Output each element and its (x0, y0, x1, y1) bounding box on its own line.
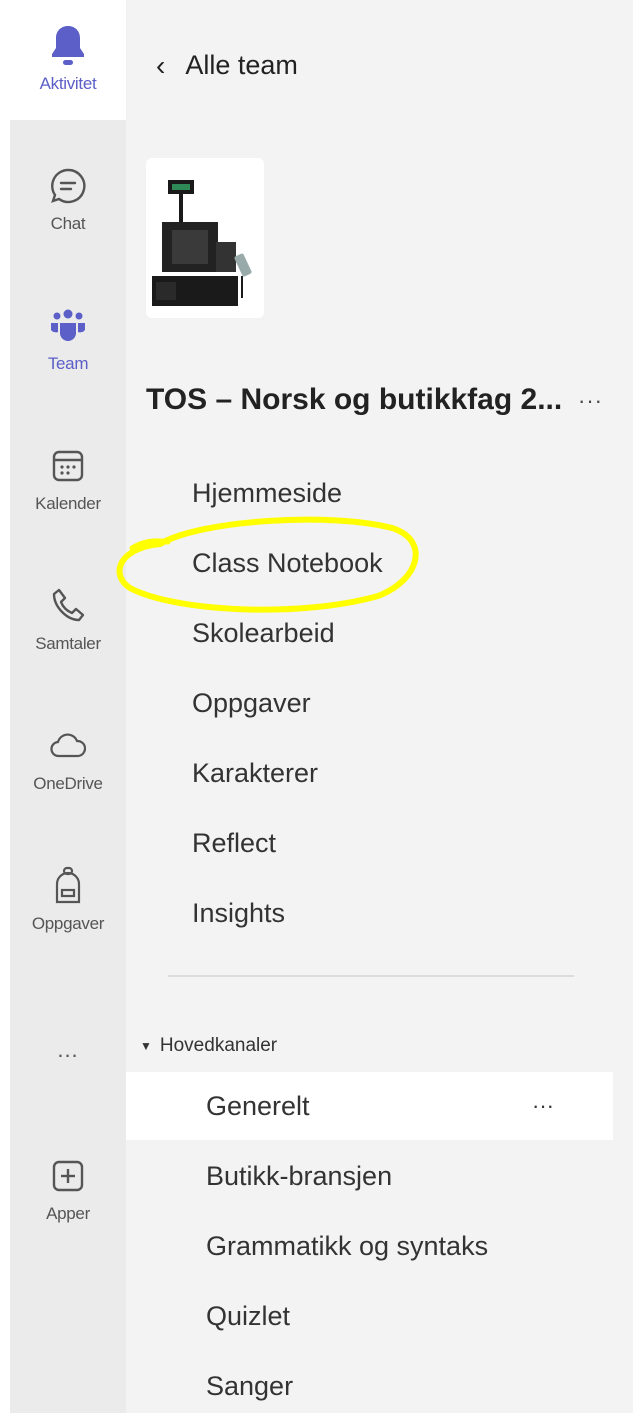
tab-hjemmeside[interactable]: Hjemmeside (192, 478, 342, 509)
rail-item-onedrive[interactable]: OneDrive (10, 700, 126, 820)
rail-label: Aktivitet (39, 74, 97, 93)
rail-item-oppgaver[interactable]: Oppgaver (10, 840, 126, 960)
rail-label: Apper (46, 1204, 90, 1223)
back-label: Alle team (185, 50, 298, 80)
app-rail: Aktivitet Chat Team Kalender Samtaler On… (10, 0, 126, 1413)
rail-label: Kalender (35, 494, 101, 513)
channel-name: Generelt (206, 1090, 310, 1121)
tab-skolearbeid[interactable]: Skolearbeid (192, 618, 335, 649)
channel-sanger[interactable]: Sanger (126, 1352, 613, 1420)
team-more-options-button[interactable]: ··· (578, 388, 603, 414)
back-to-all-teams[interactable]: ‹ Alle team (156, 50, 298, 81)
rail-label: Samtaler (35, 634, 101, 653)
team-avatar[interactable] (146, 158, 264, 318)
channel-name: Sanger (206, 1370, 294, 1401)
team-panel: ‹ Alle team TOS – Norsk og butikkfag 2..… (126, 0, 633, 1413)
rail-item-kalender[interactable]: Kalender (10, 420, 126, 540)
channel-more-options-button[interactable]: ··· (532, 1093, 554, 1119)
more-icon: ... (48, 1030, 88, 1070)
rail-item-chat[interactable]: Chat (10, 140, 126, 260)
section-label: Hovedkanaler (159, 1035, 278, 1056)
teams-icon (48, 306, 88, 346)
chevron-left-icon: ‹ (156, 49, 166, 81)
rail-item-samtaler[interactable]: Samtaler (10, 560, 126, 680)
backpack-icon (48, 866, 88, 906)
channel-name: Quizlet (206, 1300, 291, 1331)
caret-down-icon: ▼ (140, 1039, 152, 1053)
team-title[interactable]: TOS – Norsk og butikkfag 2... (146, 383, 566, 417)
rail-label: Chat (50, 214, 86, 233)
channel-name: Grammatikk og syntaks (206, 1230, 489, 1261)
tab-class-notebook[interactable]: Class Notebook (192, 548, 383, 579)
channel-quizlet[interactable]: Quizlet (126, 1282, 613, 1350)
rail-item-apper[interactable]: Apper (10, 1130, 126, 1250)
plus-icon (48, 1156, 88, 1196)
divider (168, 975, 574, 977)
cloud-icon (48, 726, 88, 766)
bell-icon (48, 26, 88, 66)
channel-butikk-bransjen[interactable]: Butikk-bransjen (126, 1142, 613, 1210)
chat-icon (48, 166, 88, 206)
cash-register-image (152, 180, 252, 306)
channel-generelt[interactable]: Generelt ··· (126, 1072, 613, 1140)
more-label: ... (57, 1037, 79, 1062)
tab-oppgaver[interactable]: Oppgaver (192, 688, 311, 719)
rail-item-aktivitet[interactable]: Aktivitet (10, 0, 126, 120)
rail-item-more[interactable]: ... (10, 1000, 126, 1080)
tab-insights[interactable]: Insights (192, 898, 285, 929)
channel-grammatikk-og-syntaks[interactable]: Grammatikk og syntaks (126, 1212, 613, 1280)
rail-label: OneDrive (33, 774, 103, 793)
rail-label: Team (47, 354, 89, 373)
rail-label: Oppgaver (31, 914, 105, 933)
channel-name: Butikk-bransjen (206, 1160, 393, 1191)
phone-icon (48, 586, 88, 626)
tab-reflect[interactable]: Reflect (192, 828, 276, 859)
channels-section-header[interactable]: ▼ Hovedkanaler (140, 1035, 277, 1057)
tab-karakterer[interactable]: Karakterer (192, 758, 318, 789)
calendar-icon (48, 446, 88, 486)
rail-item-team[interactable]: Team (10, 280, 126, 400)
